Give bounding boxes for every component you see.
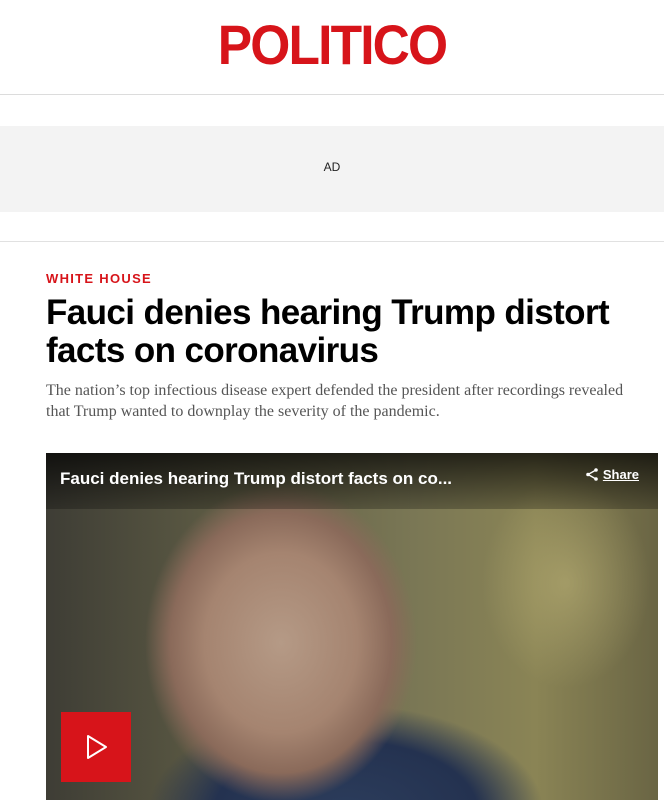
video-title: Fauci denies hearing Trump distort facts… [60, 469, 453, 488]
share-label: Share [602, 467, 639, 482]
ad-label: AD [323, 160, 341, 174]
ad-banner[interactable]: AD [0, 126, 664, 212]
video-title-bar: Fauci denies hearing Trump distort facts… [46, 453, 658, 509]
site-header: POLITICO [0, 0, 664, 95]
section-divider [0, 241, 664, 242]
video-player[interactable]: Fauci denies hearing Trump distort facts… [46, 453, 658, 800]
section-kicker[interactable]: WHITE HOUSE [46, 271, 152, 286]
play-icon [87, 735, 107, 759]
article-headline: Fauci denies hearing Trump distort facts… [46, 293, 610, 370]
share-button[interactable]: Share [586, 467, 639, 482]
article-dek: The nation’s top infectious disease expe… [46, 382, 624, 420]
play-button[interactable] [61, 712, 131, 782]
share-icon [586, 468, 598, 481]
politico-logo[interactable]: POLITICO [27, 13, 638, 77]
